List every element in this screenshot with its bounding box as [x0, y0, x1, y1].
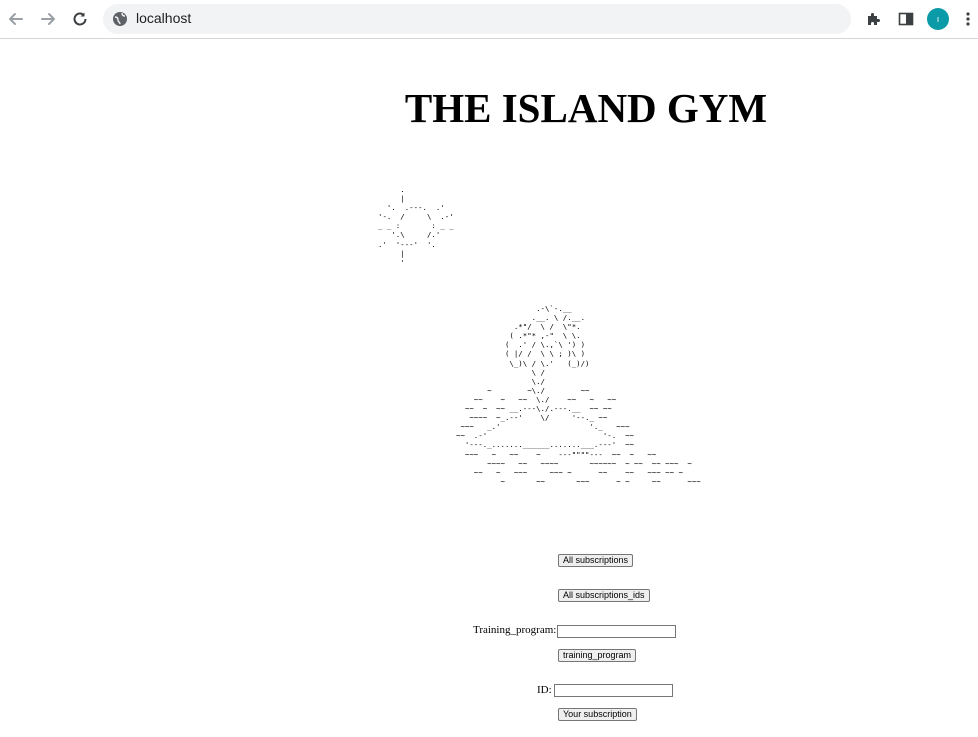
url-text: localhost: [136, 10, 192, 26]
puzzle-piece-icon: [868, 13, 880, 25]
arrow-right-icon: [41, 13, 55, 25]
training-program-button[interactable]: training_program: [558, 649, 637, 662]
all-subscriptions-ids-button[interactable]: All subscriptions_ids: [558, 589, 650, 602]
island-ascii-art: .-\`-.__ .__. \ /.__. .*"/ \ / \"*. ( .*…: [456, 304, 701, 486]
kebab-menu-icon: [966, 12, 970, 26]
your-subscription-button[interactable]: Your subscription: [558, 708, 637, 721]
browser-toolbar: localhost ı: [0, 0, 978, 39]
side-panel-icon: [898, 12, 914, 26]
id-input[interactable]: [554, 684, 673, 697]
training-program-label: Training_program:: [473, 624, 557, 636]
sun-ascii-art: . | '. .---. .' '-. / \ .-' _ _ : : _ _ …: [378, 185, 454, 267]
training-program-input[interactable]: [557, 625, 676, 638]
reload-icon: [73, 12, 87, 26]
browser-menu-button[interactable]: [960, 8, 976, 30]
profile-avatar[interactable]: ı: [927, 8, 949, 30]
all-subscriptions-button[interactable]: All subscriptions: [558, 554, 634, 567]
arrow-left-icon: [9, 13, 23, 25]
id-label: ID:: [537, 684, 552, 696]
globe-icon: [113, 12, 127, 26]
extensions-button[interactable]: [863, 8, 885, 30]
page-title: THE ISLAND GYM: [404, 85, 768, 131]
back-button[interactable]: [4, 7, 28, 31]
page-content: THE ISLAND GYM . | '. .---. .' '-. / \ .…: [0, 40, 978, 737]
address-bar[interactable]: localhost: [103, 4, 851, 34]
avatar-icon: ı: [936, 14, 940, 24]
reload-button[interactable]: [68, 7, 92, 31]
forward-button[interactable]: [36, 7, 60, 31]
side-panel-button[interactable]: [895, 8, 917, 30]
